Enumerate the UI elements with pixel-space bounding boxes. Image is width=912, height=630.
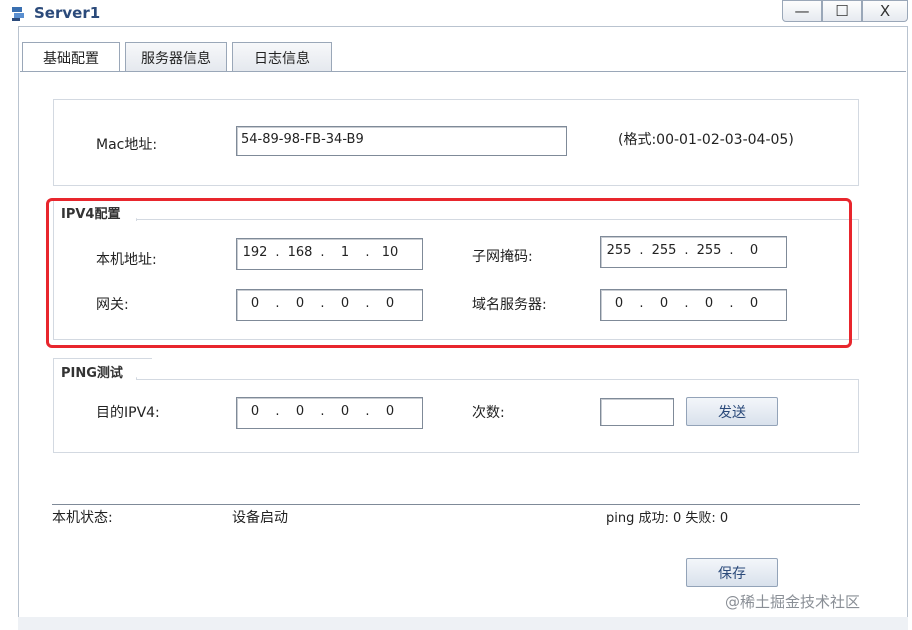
ip-octet: 0	[385, 404, 395, 419]
close-button[interactable]: X	[862, 0, 908, 22]
dns-label: 域名服务器:	[472, 297, 547, 313]
ip-octet: 0	[295, 296, 305, 311]
gateway-label: 网关:	[96, 297, 129, 313]
ip-octet: 0	[749, 243, 759, 258]
maximize-icon: ☐	[835, 2, 849, 20]
status-label: 本机状态:	[52, 510, 113, 526]
ip-octet: 255	[696, 243, 722, 258]
save-button[interactable]: 保存	[686, 558, 778, 587]
ip-octet: 0	[614, 296, 624, 311]
ip-octet: 0	[385, 296, 395, 311]
mac-format-hint: (格式:00-01-02-03-04-05)	[618, 132, 794, 148]
ip-octet: 0	[340, 404, 350, 419]
ip-octet: 0	[340, 296, 350, 311]
tab-basic-config[interactable]: 基础配置	[22, 42, 120, 72]
ping-count-label: 次数:	[472, 405, 505, 421]
ip-octet: 1	[340, 245, 350, 260]
tab-divider	[20, 71, 906, 72]
status-divider	[52, 504, 860, 505]
ip-octet: 0	[295, 404, 305, 419]
ip-octet: 255	[606, 243, 632, 258]
ping-target-label: 目的IPV4:	[96, 405, 160, 421]
minimize-button[interactable]: —	[782, 0, 822, 22]
send-button[interactable]: 发送	[686, 397, 778, 426]
close-icon: X	[879, 2, 891, 20]
status-value: 设备启动	[232, 510, 288, 526]
ping-section-title: PING测试	[53, 358, 152, 381]
mac-field[interactable]: 54-89-98-FB-34-B9	[236, 126, 567, 156]
ip-octet: 0	[250, 296, 260, 311]
maximize-button[interactable]: ☐	[822, 0, 862, 22]
ip-octet: 0	[704, 296, 714, 311]
tab-log-info[interactable]: 日志信息	[232, 42, 332, 72]
dns-field[interactable]: 0. 0. 0. 0	[600, 289, 787, 321]
ip-octet: 0	[250, 404, 260, 419]
tab-server-info[interactable]: 服务器信息	[125, 42, 227, 72]
subnet-label: 子网掩码:	[472, 249, 533, 265]
ip-octet: 10	[381, 245, 399, 260]
mac-label: Mac地址:	[96, 137, 158, 153]
ping-count-field[interactable]	[600, 398, 674, 426]
ip-octet: 0	[749, 296, 759, 311]
ipv4-section-title: IPV4配置	[53, 199, 152, 222]
ip-octet: 168	[287, 245, 313, 260]
ip-octet: 0	[659, 296, 669, 311]
minimize-icon: —	[794, 2, 810, 20]
ip-octet: 192	[242, 245, 268, 260]
ip-octet: 255	[651, 243, 677, 258]
ping-result: ping 成功: 0 失败: 0	[606, 511, 729, 526]
watermark: @稀土掘金技术社区	[725, 593, 861, 611]
title-bar: Server1 — ☐ X	[0, 0, 912, 28]
server-app-icon	[12, 7, 24, 21]
ping-target-field[interactable]: 0. 0. 0. 0	[236, 397, 423, 429]
local-addr-field[interactable]: 192. 168. 1. 10	[236, 238, 423, 270]
window-bottom-edge	[18, 617, 908, 630]
subnet-field[interactable]: 255. 255. 255. 0	[600, 236, 787, 268]
gateway-field[interactable]: 0. 0. 0. 0	[236, 289, 423, 321]
window-title: Server1	[34, 4, 101, 22]
local-addr-label: 本机地址:	[96, 252, 157, 268]
